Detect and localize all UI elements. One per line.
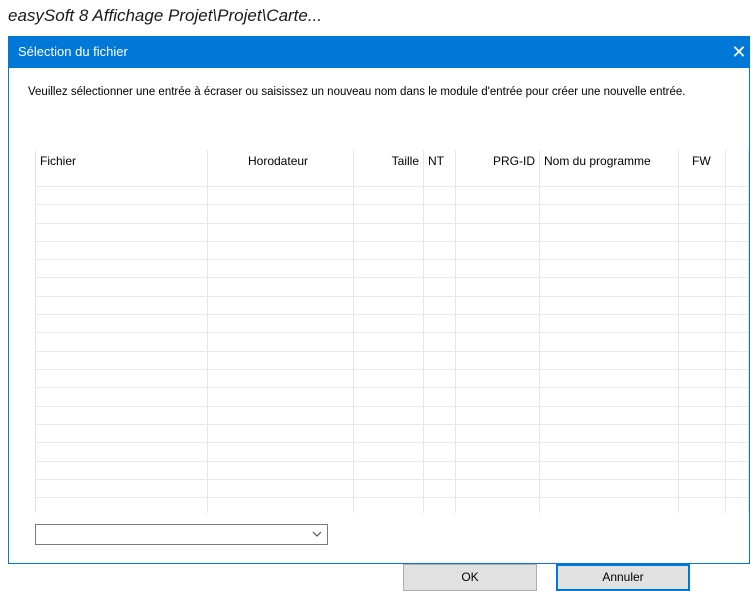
column-header-fw[interactable]: FW xyxy=(692,154,711,168)
table-row[interactable] xyxy=(36,479,748,480)
table-row[interactable] xyxy=(36,351,748,352)
table-row[interactable] xyxy=(36,259,748,260)
table-row[interactable] xyxy=(36,461,748,462)
column-header-nom-du-programme[interactable]: Nom du programme xyxy=(544,154,651,168)
table-row[interactable] xyxy=(36,241,748,242)
table-row[interactable] xyxy=(36,369,748,370)
dialog-title: Sélection du fichier xyxy=(18,44,128,59)
table-row[interactable] xyxy=(36,497,748,498)
table-row[interactable] xyxy=(36,406,748,407)
file-table[interactable]: Fichier Horodateur Taille NT PRG-ID Nom … xyxy=(35,150,749,513)
caption: easySoft 8 Affichage Projet\Projet\Carte… xyxy=(8,6,323,25)
chevron-down-icon[interactable] xyxy=(309,525,325,544)
table-row[interactable] xyxy=(36,296,748,297)
table-row[interactable] xyxy=(36,314,748,315)
table-row[interactable] xyxy=(36,424,748,425)
filename-combobox[interactable] xyxy=(35,524,328,545)
column-header-horodateur[interactable]: Horodateur xyxy=(248,154,308,168)
cancel-button[interactable]: Annuler xyxy=(556,564,690,591)
ok-button[interactable]: OK xyxy=(403,564,537,591)
table-row[interactable] xyxy=(36,223,748,224)
table-row[interactable] xyxy=(36,442,748,443)
column-header-nt[interactable]: NT xyxy=(428,154,444,168)
table-row[interactable] xyxy=(36,186,748,187)
column-header-prg-id[interactable]: PRG-ID xyxy=(493,154,535,168)
instruction-text: Veuillez sélectionner une entrée à écras… xyxy=(28,86,686,98)
file-selection-dialog: Sélection du fichier ✕ Veuillez sélectio… xyxy=(8,36,750,591)
table-row[interactable] xyxy=(36,277,748,278)
column-header-fichier[interactable]: Fichier xyxy=(40,154,76,168)
table-row[interactable] xyxy=(36,387,748,388)
column-header-taille[interactable]: Taille xyxy=(392,154,419,168)
table-row[interactable] xyxy=(36,204,748,205)
close-icon[interactable]: ✕ xyxy=(728,36,750,68)
dialog-titlebar[interactable]: Sélection du fichier ✕ xyxy=(8,36,750,68)
table-row[interactable] xyxy=(36,332,748,333)
